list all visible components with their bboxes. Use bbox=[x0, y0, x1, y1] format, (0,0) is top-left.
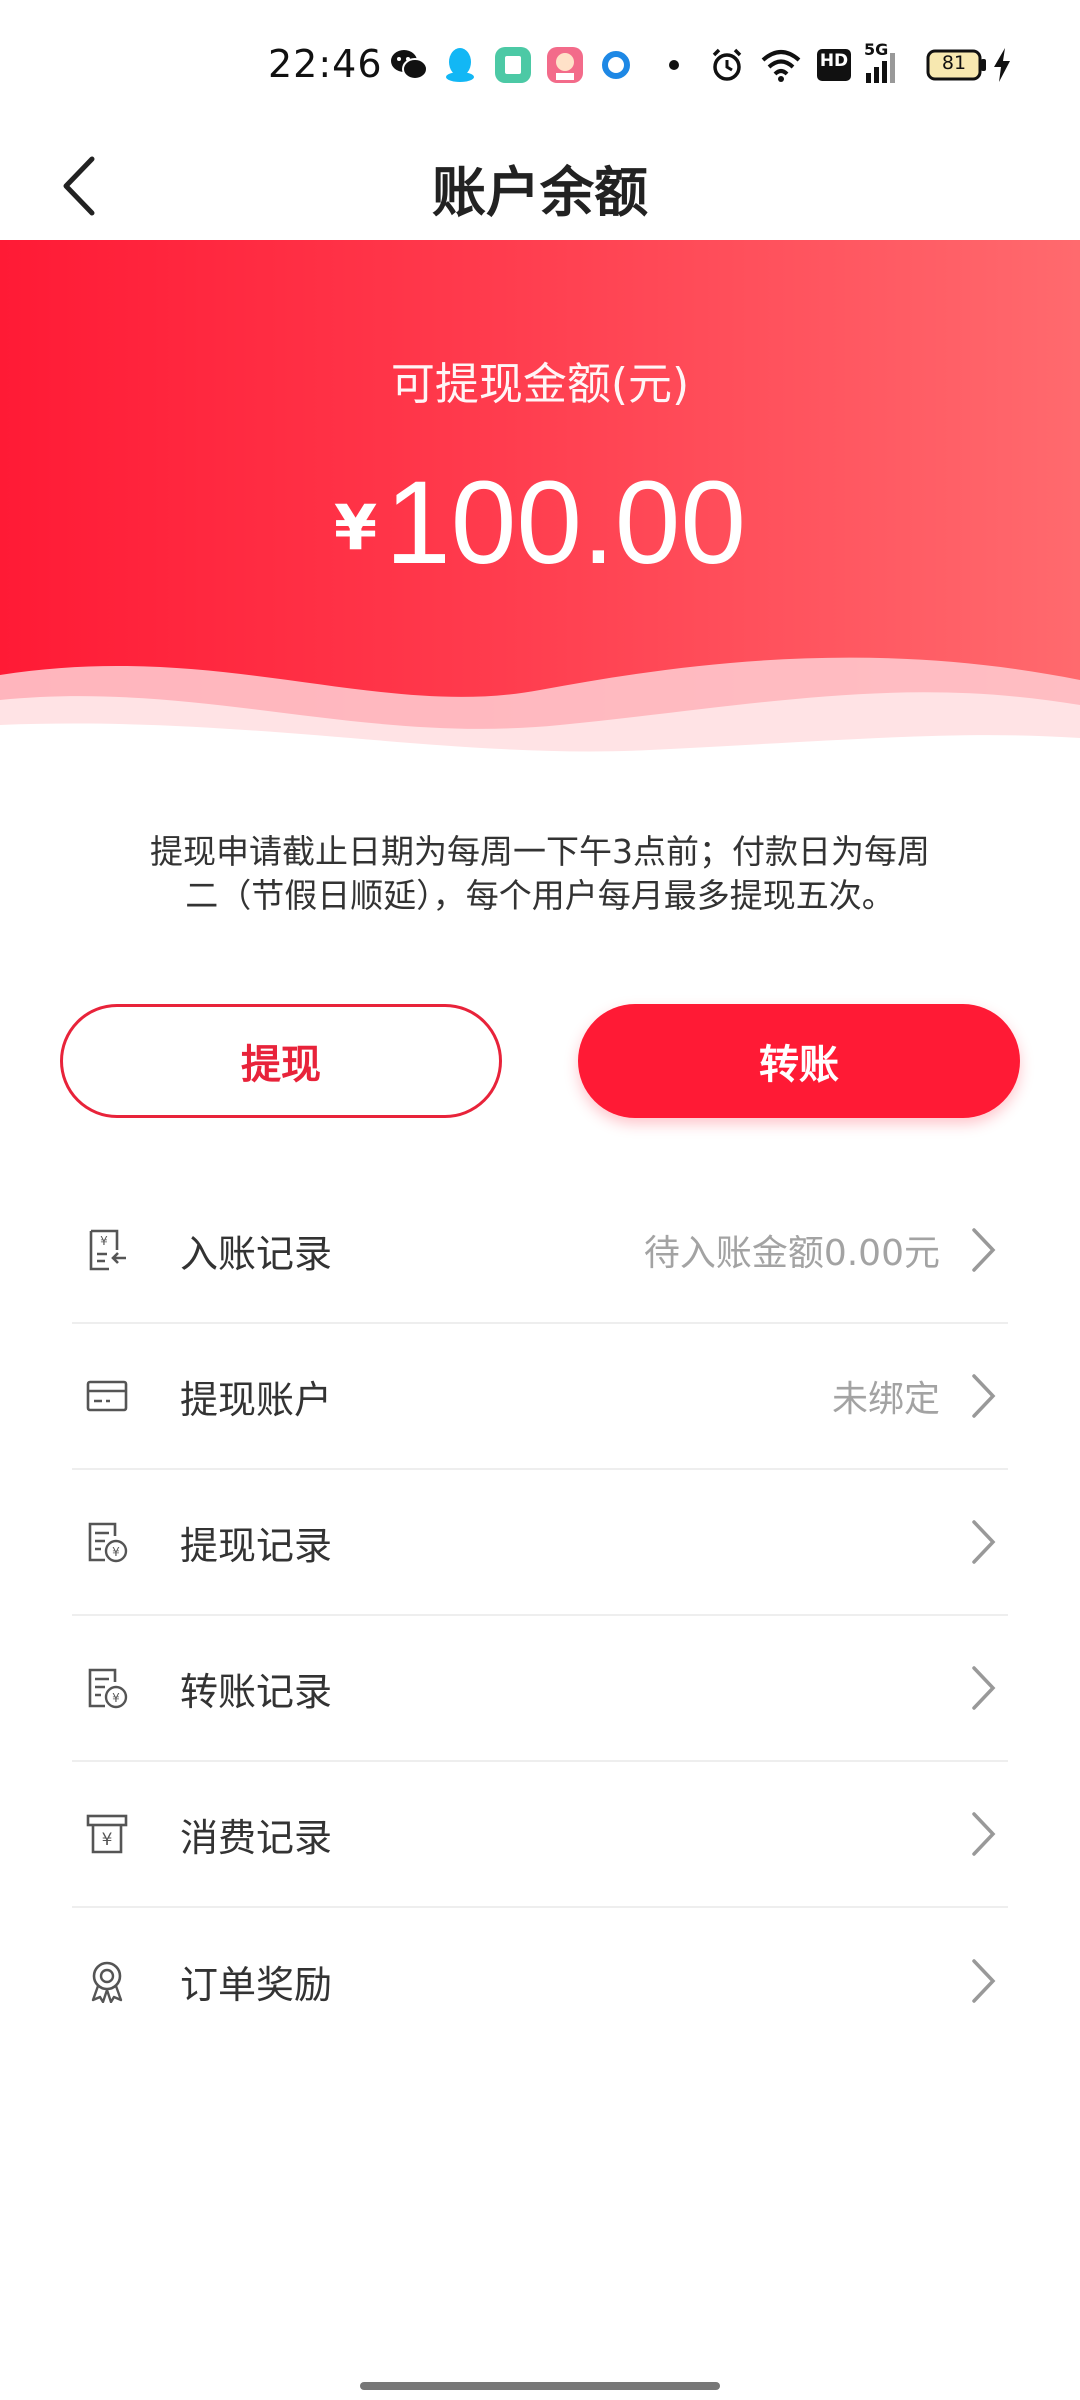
wechat-icon bbox=[388, 44, 430, 86]
receipt-in-icon: ¥ bbox=[84, 1227, 130, 1273]
list-item-withdraw-account[interactable]: 提现账户 未绑定 bbox=[72, 1324, 1008, 1470]
dot-icon bbox=[664, 44, 684, 86]
menu-label: 消费记录 bbox=[180, 1815, 333, 1860]
svg-text:¥: ¥ bbox=[112, 1545, 120, 1559]
menu-list: ¥ 入账记录 待入账金额0.00元 提现账户 未绑定 ¥ 提现记录 ¥ 转账记录… bbox=[72, 1178, 1008, 2054]
qq-icon bbox=[440, 44, 480, 86]
menu-label: 入账记录 bbox=[180, 1231, 333, 1276]
app-blue-ring-icon bbox=[598, 44, 634, 86]
chevron-right-icon bbox=[972, 1666, 996, 1710]
award-icon bbox=[84, 1958, 130, 2004]
balance-amount: ¥100.00 bbox=[0, 455, 1080, 591]
wifi-icon bbox=[758, 44, 804, 86]
chevron-right-icon bbox=[972, 1959, 996, 2003]
notice-line-1: 提现申请截止日期为每周一下午3点前；付款日为每周 bbox=[150, 832, 930, 871]
consume-record-icon: ¥ bbox=[84, 1811, 130, 1857]
list-item-consume-record[interactable]: ¥ 消费记录 bbox=[72, 1762, 1008, 1908]
chevron-right-icon bbox=[972, 1812, 996, 1856]
status-time: 22:46 bbox=[268, 42, 383, 86]
status-bar: 22:46 HD 5G 81 bbox=[0, 0, 1080, 130]
balance-label: 可提现金额(元) bbox=[390, 359, 690, 410]
currency-symbol: ¥ bbox=[333, 491, 378, 564]
list-item-order-reward[interactable]: 订单奖励 bbox=[72, 1908, 1008, 2054]
svg-text:¥: ¥ bbox=[102, 1830, 113, 1850]
svg-text:¥: ¥ bbox=[112, 1691, 120, 1705]
withdraw-record-icon: ¥ bbox=[84, 1519, 130, 1565]
menu-label: 提现账户 bbox=[180, 1377, 333, 1422]
pending-amount: 待入账金额0.00元 bbox=[643, 1233, 940, 1274]
card-icon bbox=[84, 1373, 130, 1419]
balance-value: 100.00 bbox=[385, 457, 747, 589]
chevron-right-icon bbox=[972, 1374, 996, 1418]
list-item-income-record[interactable]: ¥ 入账记录 待入账金额0.00元 bbox=[72, 1178, 1008, 1324]
page-title: 账户余额 bbox=[432, 161, 648, 224]
balance-hero: 可提现金额(元) ¥100.00 bbox=[0, 240, 1080, 770]
menu-label: 订单奖励 bbox=[180, 1962, 333, 2007]
app-avatar-icon bbox=[544, 44, 586, 86]
app-green-icon bbox=[492, 44, 534, 86]
charging-icon bbox=[990, 44, 1014, 86]
list-item-withdraw-record[interactable]: ¥ 提现记录 bbox=[72, 1470, 1008, 1616]
menu-label: 转账记录 bbox=[180, 1669, 333, 1714]
list-item-transfer-record[interactable]: ¥ 转账记录 bbox=[72, 1616, 1008, 1762]
menu-label: 提现记录 bbox=[180, 1523, 333, 1568]
wave-decoration bbox=[0, 657, 1080, 770]
withdraw-button[interactable]: 提现 bbox=[60, 1004, 502, 1118]
network-label: 5G bbox=[864, 40, 889, 59]
notice-line-2: 二（节假日顺延），每个用户每月最多提现五次。 bbox=[185, 876, 895, 915]
battery-level: 81 bbox=[941, 52, 967, 74]
hd-label: HD bbox=[819, 51, 849, 71]
home-indicator[interactable] bbox=[360, 2382, 720, 2390]
transfer-button[interactable]: 转账 bbox=[578, 1004, 1020, 1118]
alarm-icon bbox=[706, 44, 748, 86]
chevron-right-icon bbox=[972, 1520, 996, 1564]
withdraw-notice: 提现申请截止日期为每周一下午3点前；付款日为每周 二（节假日顺延），每个用户每月… bbox=[100, 830, 980, 918]
svg-text:¥: ¥ bbox=[100, 1234, 108, 1248]
chevron-right-icon bbox=[972, 1228, 996, 1272]
transfer-record-icon: ¥ bbox=[84, 1665, 130, 1711]
battery-icon: 81 bbox=[926, 44, 988, 86]
account-status: 未绑定 bbox=[831, 1379, 940, 1420]
signal-icon: 5G bbox=[862, 40, 906, 86]
hd-icon: HD bbox=[816, 44, 852, 86]
app-header: 账户余额 bbox=[0, 130, 1080, 240]
